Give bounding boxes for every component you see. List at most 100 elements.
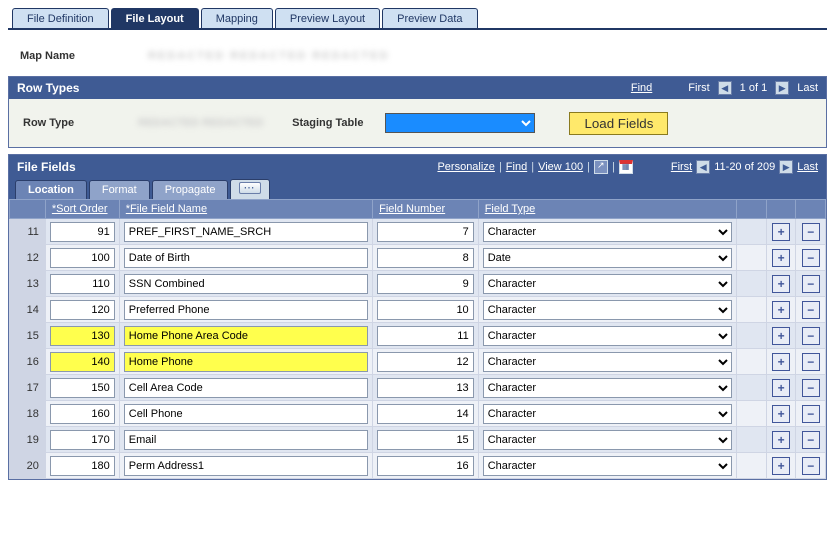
grid-first[interactable]: First (671, 161, 692, 173)
delete-row-button[interactable]: − (802, 353, 820, 371)
table-row: 11Character+− (10, 219, 826, 245)
grid-tab-format[interactable]: Format (89, 180, 150, 199)
delete-row-button[interactable]: − (802, 223, 820, 241)
add-row-button[interactable]: + (772, 431, 790, 449)
load-fields-button[interactable]: Load Fields (569, 112, 668, 135)
sort-order-input[interactable] (50, 326, 115, 346)
row-types-prev-icon[interactable]: ◀ (718, 81, 732, 95)
map-name-label: Map Name (20, 50, 75, 62)
row-index: 16 (10, 349, 46, 375)
tab-mapping[interactable]: Mapping (201, 8, 273, 28)
tab-file-layout[interactable]: File Layout (111, 8, 199, 28)
field-type-select[interactable]: Character (483, 430, 733, 450)
table-row: 16 Character +− (10, 349, 826, 375)
field-number-input[interactable] (377, 378, 474, 398)
field-number-input[interactable] (377, 274, 474, 294)
grid-tab-location[interactable]: Location (15, 180, 87, 199)
tab-preview-layout[interactable]: Preview Layout (275, 8, 380, 28)
field-number-input[interactable] (377, 430, 474, 450)
tab-file-def[interactable]: File Definition (12, 8, 109, 28)
file-field-name-input[interactable] (124, 456, 368, 476)
row-types-last[interactable]: Last (797, 82, 818, 94)
add-row-button[interactable]: + (772, 353, 790, 371)
delete-row-button[interactable]: − (802, 327, 820, 345)
field-type-select[interactable]: Character (483, 404, 733, 424)
row-index: 18 (10, 401, 46, 427)
delete-row-button[interactable]: − (802, 249, 820, 267)
sort-order-input[interactable] (50, 248, 115, 268)
sort-order-input[interactable] (50, 300, 115, 320)
delete-row-button[interactable]: − (802, 431, 820, 449)
add-row-button[interactable]: + (772, 405, 790, 423)
add-row-button[interactable]: + (772, 457, 790, 475)
file-field-name-input[interactable] (124, 274, 368, 294)
grid-next-icon[interactable]: ▶ (779, 160, 793, 174)
field-type-select[interactable]: Character (483, 300, 733, 320)
field-number-input[interactable] (377, 222, 474, 242)
file-field-name-input[interactable] (124, 248, 368, 268)
col-field-number[interactable]: Field Number (373, 200, 479, 219)
col-sort-order[interactable]: *Sort Order (45, 200, 119, 219)
sort-order-input[interactable] (50, 352, 115, 372)
sort-order-input[interactable] (50, 378, 115, 398)
grid-last[interactable]: Last (797, 161, 818, 173)
sort-order-input[interactable] (50, 456, 115, 476)
file-field-name-input[interactable] (124, 430, 368, 450)
add-row-button[interactable]: + (772, 379, 790, 397)
sort-order-input[interactable] (50, 404, 115, 424)
row-types-first[interactable]: First (688, 82, 709, 94)
sort-order-input[interactable] (50, 222, 115, 242)
grid-tab-propagate[interactable]: Propagate (152, 180, 229, 199)
download-icon[interactable] (619, 160, 633, 174)
delete-row-button[interactable]: − (802, 275, 820, 293)
sort-order-input[interactable] (50, 274, 115, 294)
field-number-input[interactable] (377, 326, 474, 346)
field-type-select[interactable]: Date (483, 248, 733, 268)
add-row-button[interactable]: + (772, 327, 790, 345)
field-type-select[interactable]: Character (483, 274, 733, 294)
table-row: 12Date+− (10, 245, 826, 271)
add-row-button[interactable]: + (772, 223, 790, 241)
field-number-input[interactable] (377, 404, 474, 424)
field-type-select[interactable]: Character (483, 352, 733, 372)
zoom-icon[interactable] (594, 160, 608, 174)
add-row-button[interactable]: + (772, 249, 790, 267)
file-field-name-input[interactable] (124, 404, 368, 424)
row-types-header: Row Types Find First ◀ 1 of 1 ▶ Last (9, 77, 826, 99)
row-types-title: Row Types (17, 81, 79, 95)
file-field-name-input[interactable] (124, 352, 368, 372)
show-all-columns-icon[interactable] (230, 179, 270, 199)
grid-find-link[interactable]: Find (506, 161, 527, 173)
page-tabs: File DefinitionFile LayoutMappingPreview… (8, 8, 827, 30)
field-number-input[interactable] (377, 300, 474, 320)
staging-table-select[interactable] (385, 113, 535, 133)
delete-row-button[interactable]: − (802, 457, 820, 475)
row-types-find-link[interactable]: Find (631, 82, 652, 94)
map-name-value: REDACTED REDACTED REDACTED (148, 50, 389, 62)
delete-row-button[interactable]: − (802, 379, 820, 397)
field-number-input[interactable] (377, 352, 474, 372)
col-file-field-name[interactable]: *File Field Name (119, 200, 372, 219)
file-field-name-input[interactable] (124, 222, 368, 242)
tab-preview-data[interactable]: Preview Data (382, 8, 477, 28)
grid-prev-icon[interactable]: ◀ (696, 160, 710, 174)
grid-personalize-link[interactable]: Personalize (437, 161, 494, 173)
field-number-input[interactable] (377, 456, 474, 476)
grid-view100-link[interactable]: View 100 (538, 161, 583, 173)
row-types-next-icon[interactable]: ▶ (775, 81, 789, 95)
delete-row-button[interactable]: − (802, 301, 820, 319)
field-type-select[interactable]: Character (483, 326, 733, 346)
field-type-select[interactable]: Character (483, 378, 733, 398)
file-field-name-input[interactable] (124, 326, 368, 346)
delete-row-button[interactable]: − (802, 405, 820, 423)
row-types-section: Row Types Find First ◀ 1 of 1 ▶ Last Row… (8, 76, 827, 148)
add-row-button[interactable]: + (772, 275, 790, 293)
add-row-button[interactable]: + (772, 301, 790, 319)
field-type-select[interactable]: Character (483, 456, 733, 476)
file-field-name-input[interactable] (124, 300, 368, 320)
sort-order-input[interactable] (50, 430, 115, 450)
field-number-input[interactable] (377, 248, 474, 268)
field-type-select[interactable]: Character (483, 222, 733, 242)
col-field-type[interactable]: Field Type (478, 200, 737, 219)
file-field-name-input[interactable] (124, 378, 368, 398)
